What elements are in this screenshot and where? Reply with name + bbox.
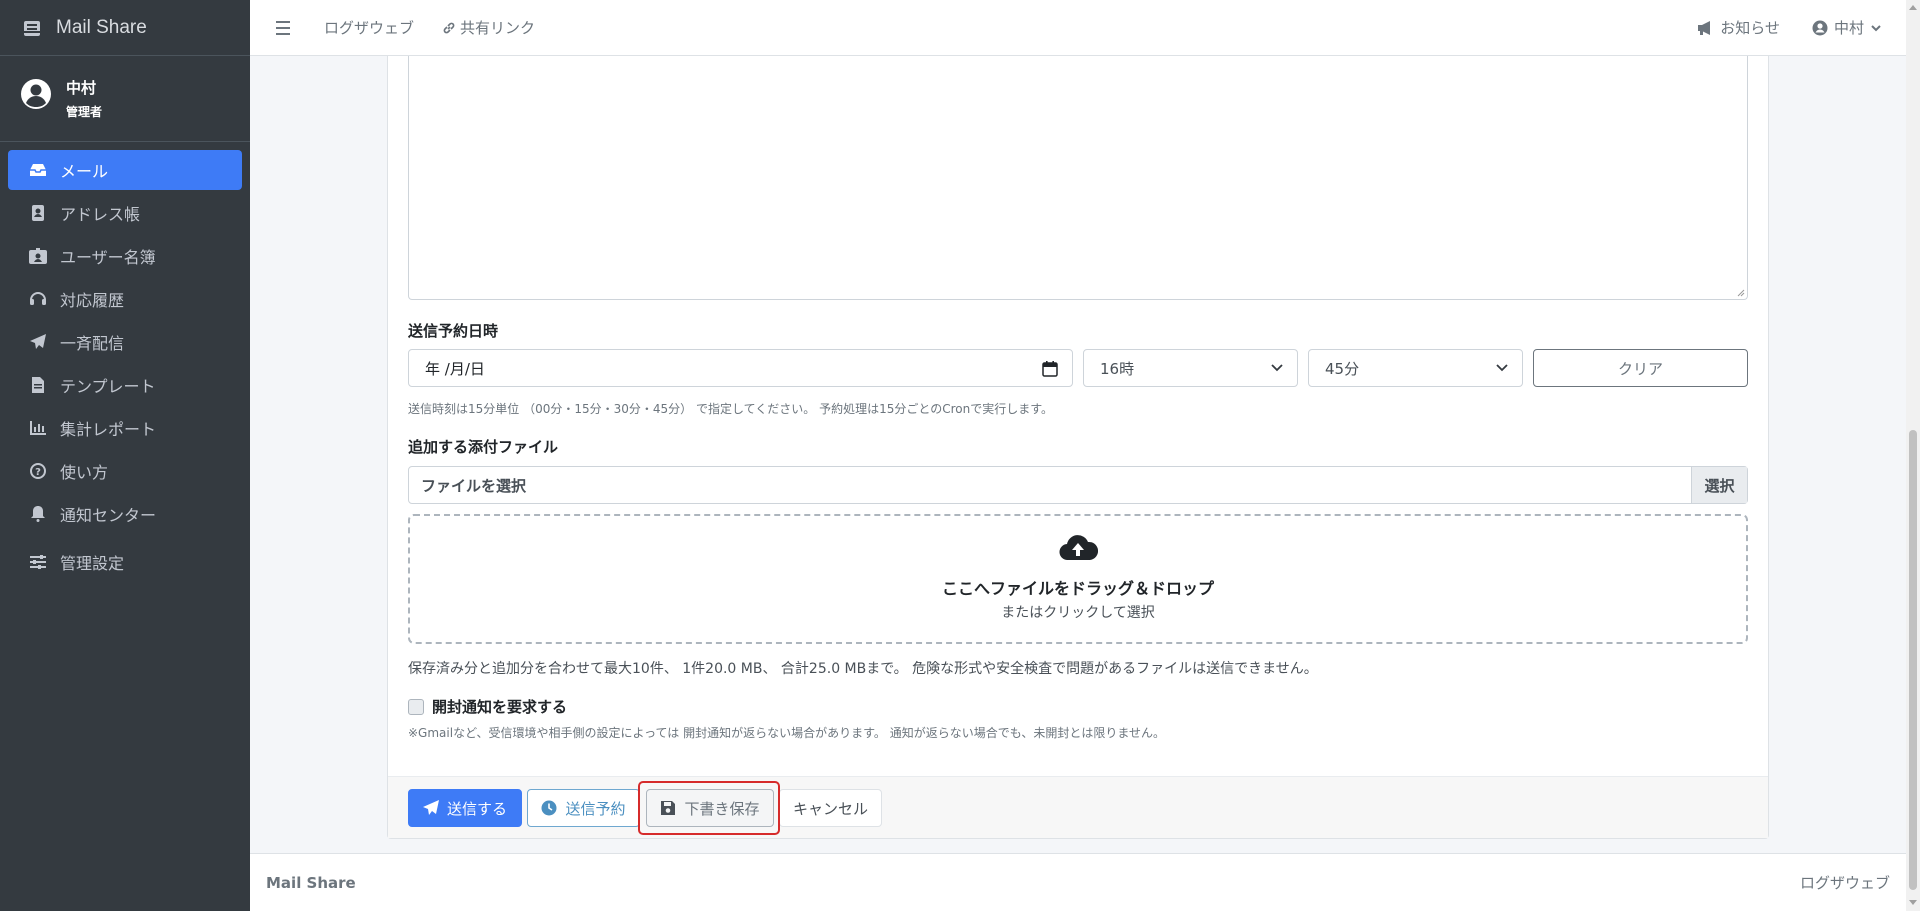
clock-icon — [541, 800, 557, 816]
scroll-up-icon[interactable] — [1909, 4, 1917, 10]
headset-icon — [28, 290, 48, 308]
sidebar: Mail Share 中村 管理者 メール アドレス帳 ユーザー名簿 対応履歴 … — [0, 0, 250, 911]
body-textarea[interactable] — [408, 56, 1748, 300]
user-role: 管理者 — [66, 105, 103, 119]
sidebar-item-address-book[interactable]: アドレス帳 — [8, 193, 242, 233]
schedule-help-text: 送信時刻は15分単位 （00分・15分・30分・45分） で指定してください。 … — [408, 402, 1054, 416]
sidebar-item-label: 対応履歴 — [60, 291, 125, 310]
user-menu-label: 中村 — [1833, 19, 1864, 37]
sidebar-item-label: 管理設定 — [60, 554, 125, 573]
paper-plane-icon — [28, 333, 48, 351]
id-badge-icon — [28, 247, 48, 265]
file-input-text: ファイルを選択 — [421, 476, 527, 495]
cloud-upload-icon — [1059, 535, 1099, 561]
user-name: 中村 — [66, 79, 97, 97]
sidebar-item-history[interactable]: 対応履歴 — [8, 279, 242, 319]
notice-label: お知らせ — [1720, 19, 1780, 37]
compose-card: 送信予約日時 年 /月/日 16時 45分 クリア 送信時刻は15分単位 （00… — [387, 56, 1769, 839]
sidebar-item-label: テンプレート — [60, 377, 156, 396]
vertical-scrollbar[interactable] — [1906, 0, 1920, 911]
send-button[interactable]: 送信する — [408, 789, 522, 827]
scroll-thumb[interactable] — [1909, 430, 1917, 890]
read-receipt-checkbox[interactable] — [408, 698, 424, 715]
sidebar-item-howto[interactable]: ? 使い方 — [8, 451, 242, 491]
chevron-down-icon — [1496, 364, 1508, 372]
attachment-limits-text: 保存済み分と追加分を合わせて最大10件、 1件20.0 MB、 合計25.0 M… — [408, 661, 1318, 677]
sidebar-item-admin[interactable]: 管理設定 — [8, 542, 242, 582]
chevron-down-icon — [1871, 24, 1881, 31]
svg-text:?: ? — [35, 467, 41, 478]
chart-icon — [28, 419, 48, 437]
scroll-down-icon[interactable] — [1909, 900, 1917, 906]
resize-grip-icon[interactable] — [1735, 287, 1745, 297]
schedule-send-button[interactable]: 送信予約 — [527, 789, 640, 827]
card-footer: 送信する 送信予約 下書き保存 キャンセル — [388, 776, 1768, 838]
top-link-logzaweb[interactable]: ログザウェブ — [324, 17, 414, 38]
date-placeholder: 年 /月/日 — [425, 359, 485, 378]
user-circle-icon — [1812, 20, 1828, 35]
sidebar-item-notifications[interactable]: 通知センター — [8, 494, 242, 534]
sidebar-item-label: ユーザー名簿 — [60, 248, 156, 267]
brand[interactable]: Mail Share — [0, 0, 250, 56]
sidebar-item-user-directory[interactable]: ユーザー名簿 — [8, 236, 242, 276]
sidebar-nav: メール アドレス帳 ユーザー名簿 対応履歴 一斉配信 テンプレート 集計レポート… — [0, 150, 250, 582]
sidebar-item-label: アドレス帳 — [60, 205, 141, 224]
shared-link-label: 共有リンク — [460, 19, 536, 37]
top-navbar: ログザウェブ 共有リンク お知らせ 中村 — [250, 0, 1906, 56]
hamburger-menu-icon[interactable] — [274, 18, 296, 38]
sidebar-item-label: 集計レポート — [60, 420, 157, 439]
send-label: 送信する — [446, 799, 507, 818]
schedule-send-label: 送信予約 — [565, 799, 626, 818]
cancel-label: キャンセル — [792, 799, 868, 818]
link-icon — [443, 22, 455, 33]
cancel-button[interactable]: キャンセル — [779, 789, 882, 827]
page-footer: Mail Share ログザウェブ — [250, 853, 1906, 911]
user-panel[interactable]: 中村 管理者 — [0, 56, 250, 142]
file-select-button[interactable]: 選択 — [1691, 467, 1747, 503]
paper-plane-icon — [422, 800, 439, 815]
file-input-group[interactable]: ファイルを選択 選択 — [408, 466, 1748, 504]
minute-value: 45分 — [1325, 359, 1360, 378]
sidebar-item-label: 使い方 — [60, 463, 109, 482]
sidebar-item-report[interactable]: 集計レポート — [8, 408, 242, 448]
user-menu[interactable]: 中村 — [1812, 17, 1882, 38]
sidebar-item-mail[interactable]: メール — [8, 150, 242, 190]
read-receipt-row: 開封通知を要求する — [408, 696, 567, 717]
schedule-minute-select[interactable]: 45分 — [1308, 349, 1523, 387]
top-link-shared[interactable]: 共有リンク — [442, 17, 535, 38]
attach-label: 追加する添付ファイル — [408, 438, 559, 456]
read-receipt-help: ※Gmailなど、受信環境や相手側の設定によっては 開封通知が返らない場合があり… — [408, 726, 1165, 740]
clear-schedule-button[interactable]: クリア — [1533, 349, 1748, 387]
question-icon: ? — [28, 462, 48, 480]
sliders-icon — [28, 553, 48, 571]
address-book-icon — [28, 204, 48, 222]
calendar-icon[interactable] — [1042, 361, 1058, 377]
inbox-icon — [28, 161, 48, 179]
user-circle-icon — [21, 78, 51, 109]
sidebar-item-label: 通知センター — [60, 506, 157, 525]
schedule-hour-select[interactable]: 16時 — [1083, 349, 1298, 387]
sidebar-item-template[interactable]: テンプレート — [8, 365, 242, 405]
megaphone-icon — [1698, 20, 1711, 35]
dropzone-title: ここへファイルをドラッグ＆ドロップ — [941, 579, 1214, 598]
top-right-menu: お知らせ 中村 — [1664, 17, 1882, 38]
footer-brand: Mail Share — [266, 873, 356, 892]
schedule-label: 送信予約日時 — [408, 322, 499, 340]
read-receipt-label[interactable]: 開封通知を要求する — [432, 696, 567, 717]
brand-name: Mail Share — [56, 16, 147, 38]
schedule-date-input[interactable]: 年 /月/日 — [408, 349, 1073, 387]
file-icon — [28, 376, 48, 394]
mail-box-icon — [24, 20, 40, 36]
file-dropzone[interactable]: ここへファイルをドラッグ＆ドロップ またはクリックして選択 — [408, 514, 1748, 644]
dropzone-subtitle: またはクリックして選択 — [1001, 605, 1155, 621]
notice-link[interactable]: お知らせ — [1696, 17, 1780, 38]
highlight-box — [638, 781, 780, 835]
hour-value: 16時 — [1100, 359, 1135, 378]
footer-link[interactable]: ログザウェブ — [1800, 872, 1890, 893]
sidebar-item-label: 一斉配信 — [60, 334, 125, 353]
sidebar-item-broadcast[interactable]: 一斉配信 — [8, 322, 242, 362]
chevron-down-icon — [1271, 364, 1283, 372]
sidebar-item-label: メール — [60, 162, 109, 181]
bell-icon — [28, 505, 48, 523]
